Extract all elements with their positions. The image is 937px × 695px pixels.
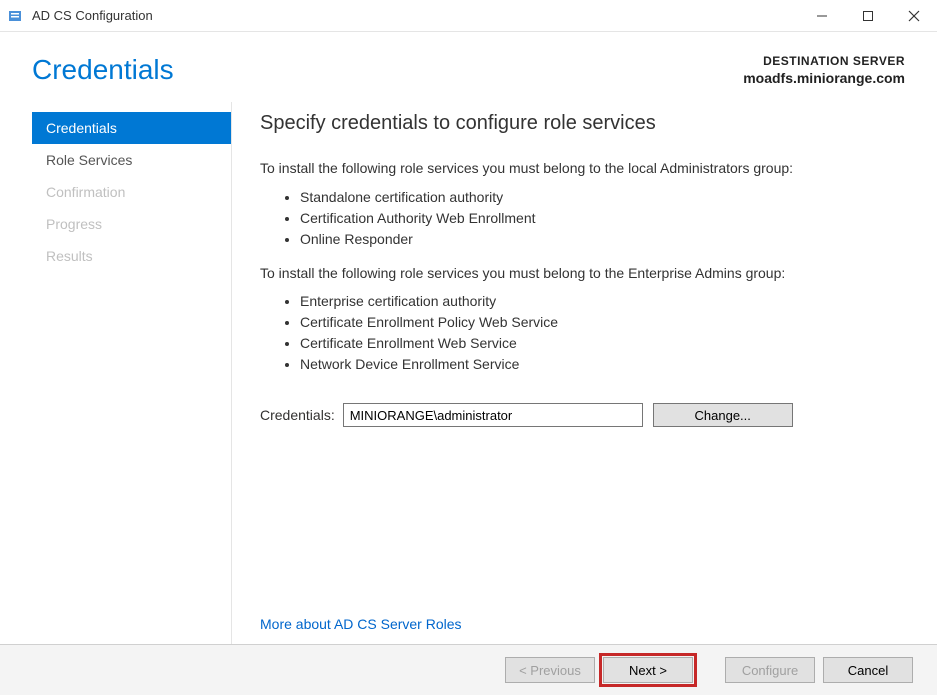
list-item: Certificate Enrollment Web Service xyxy=(300,333,905,354)
list-item: Network Device Enrollment Service xyxy=(300,354,905,375)
main-subheading: Specify credentials to configure role se… xyxy=(260,112,905,135)
enterprise-admins-list: Enterprise certification authority Certi… xyxy=(300,291,905,375)
sidebar-item-progress: Progress xyxy=(32,208,231,240)
destination-server-value: moadfs.miniorange.com xyxy=(743,70,905,86)
list-item: Standalone certification authority xyxy=(300,187,905,208)
app-icon xyxy=(8,8,24,24)
local-admins-list: Standalone certification authority Certi… xyxy=(300,187,905,250)
sidebar-item-confirmation: Confirmation xyxy=(32,176,231,208)
change-button[interactable]: Change... xyxy=(653,403,793,427)
previous-button: < Previous xyxy=(505,657,595,683)
list-item: Certification Authority Web Enrollment xyxy=(300,208,905,229)
titlebar: AD CS Configuration xyxy=(0,0,937,32)
more-about-link[interactable]: More about AD CS Server Roles xyxy=(260,616,905,632)
destination-server-block: DESTINATION SERVER moadfs.miniorange.com xyxy=(743,54,905,86)
page-heading: Credentials xyxy=(32,54,174,102)
sidebar-item-role-services[interactable]: Role Services xyxy=(32,144,231,176)
wizard-footer: < Previous Next > Configure Cancel xyxy=(0,644,937,695)
credentials-input[interactable] xyxy=(343,403,643,427)
window-controls xyxy=(799,0,937,31)
credentials-label: Credentials: xyxy=(260,407,335,423)
close-button[interactable] xyxy=(891,0,937,31)
list-item: Certificate Enrollment Policy Web Servic… xyxy=(300,312,905,333)
destination-server-label: DESTINATION SERVER xyxy=(743,54,905,68)
next-button[interactable]: Next > xyxy=(603,657,693,683)
minimize-button[interactable] xyxy=(799,0,845,31)
main-panel: Specify credentials to configure role se… xyxy=(232,102,905,644)
button-spacer xyxy=(701,657,717,683)
enterprise-admins-text: To install the following role services y… xyxy=(260,264,905,284)
configure-button: Configure xyxy=(725,657,815,683)
cancel-button[interactable]: Cancel xyxy=(823,657,913,683)
header: Credentials DESTINATION SERVER moadfs.mi… xyxy=(0,32,937,102)
list-item: Enterprise certification authority xyxy=(300,291,905,312)
sidebar-item-results: Results xyxy=(32,240,231,272)
list-item: Online Responder xyxy=(300,229,905,250)
local-admins-text: To install the following role services y… xyxy=(260,159,905,179)
credentials-row: Credentials: Change... xyxy=(260,403,905,427)
maximize-button[interactable] xyxy=(845,0,891,31)
sidebar-item-credentials[interactable]: Credentials xyxy=(32,112,231,144)
wizard-sidebar: Credentials Role Services Confirmation P… xyxy=(32,102,232,644)
body: Credentials Role Services Confirmation P… xyxy=(0,102,937,644)
window-title: AD CS Configuration xyxy=(32,8,799,23)
